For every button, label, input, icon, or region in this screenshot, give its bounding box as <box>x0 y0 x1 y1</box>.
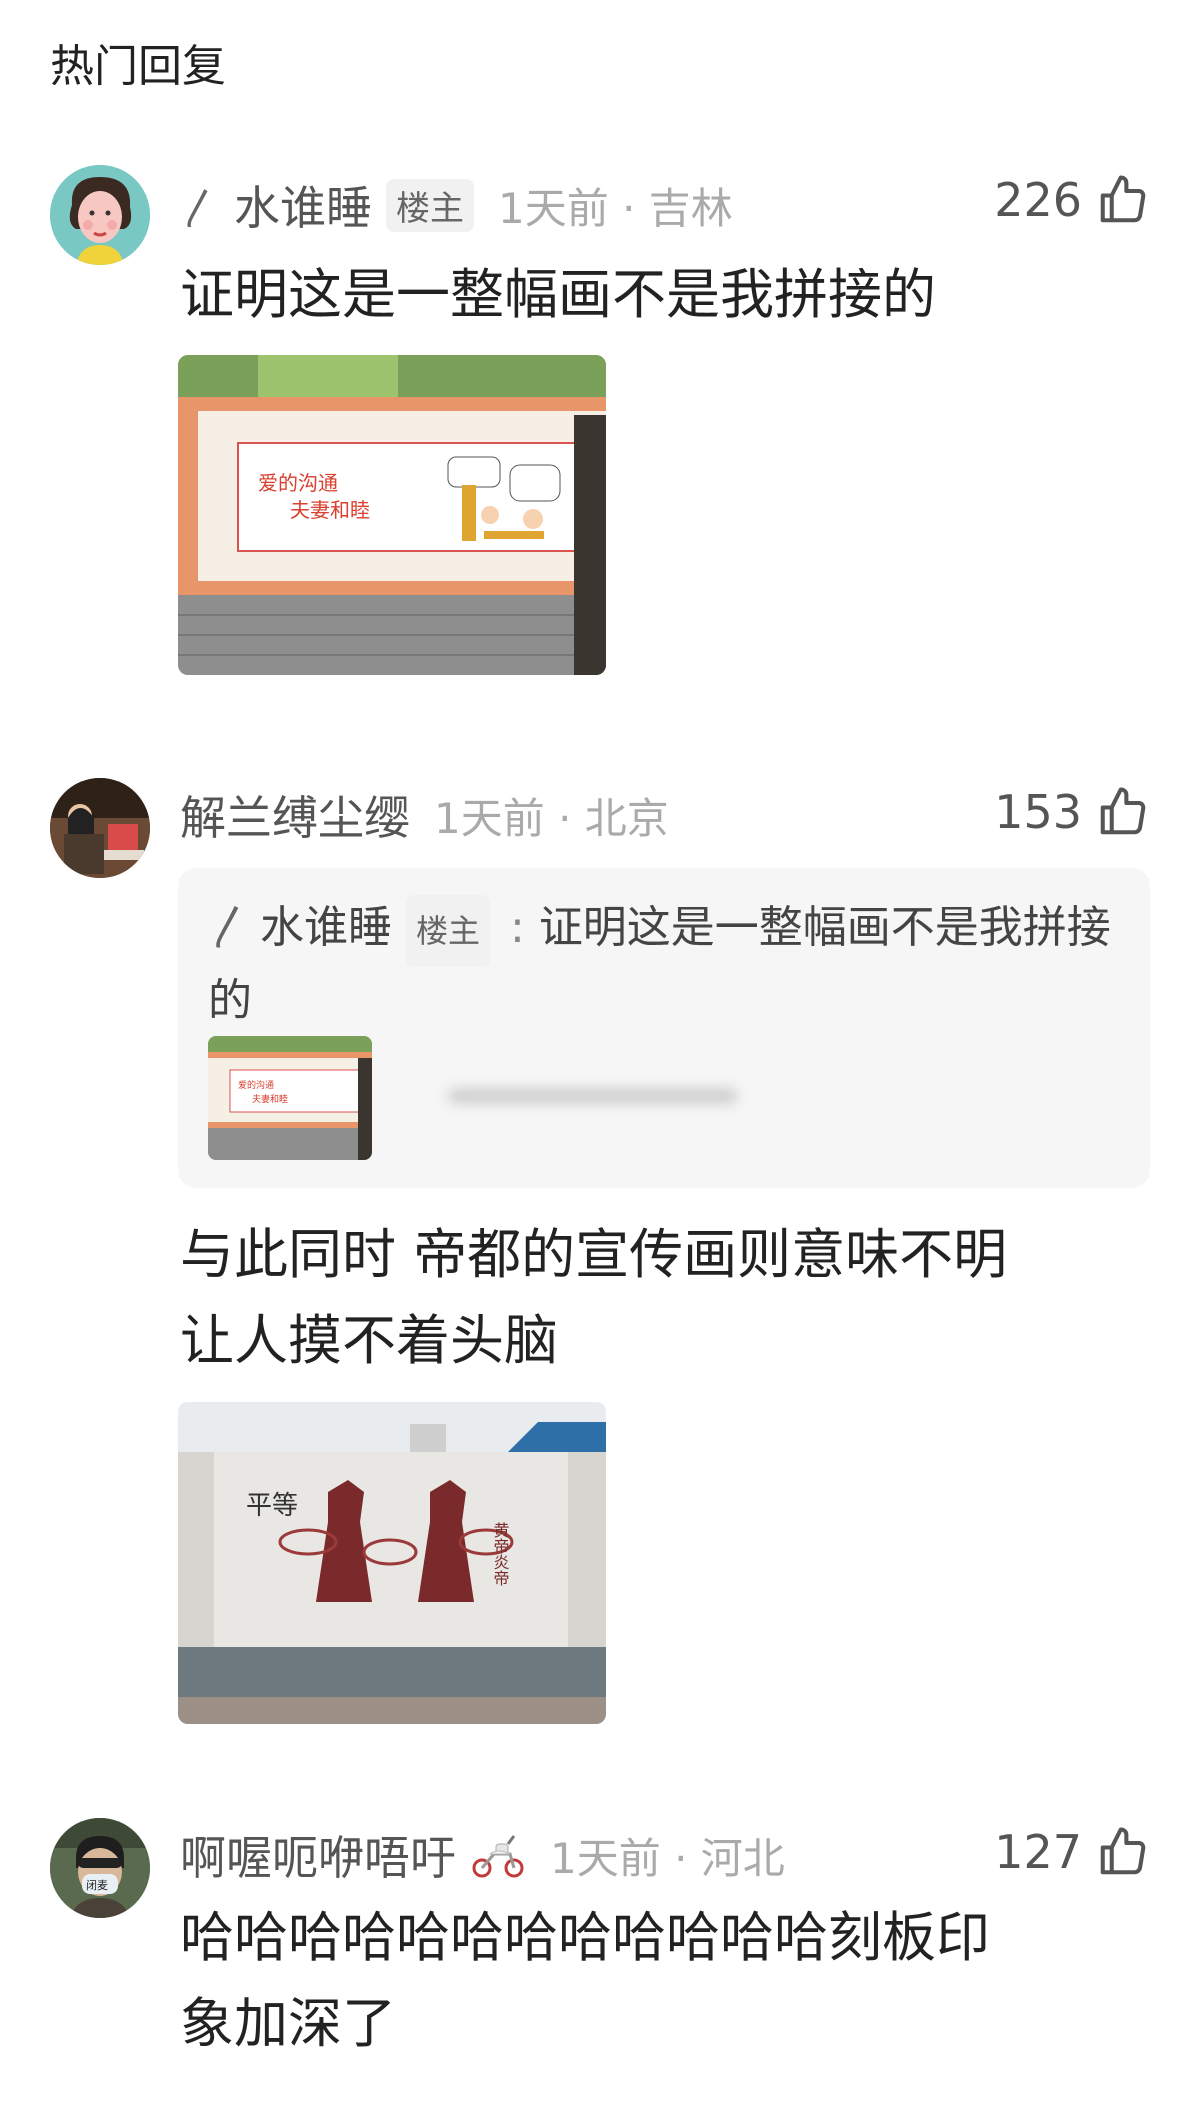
comment-text-line-2: 让人摸不着头脑 <box>180 1309 558 1372</box>
comment-meta: 啊喔呃咿唔吁 1天前 · 河北 <box>180 1825 785 1885</box>
quoted-comment[interactable]: 〳水谁睡 楼主 : 证明这是一整幅画不是我拼接的 爱的沟通 夫妻和睦 <box>178 868 1150 1188</box>
mural-title-2: 夫妻和睦 <box>290 498 370 522</box>
quote-image[interactable]: 爱的沟通 夫妻和睦 <box>208 1036 372 1160</box>
comment-text-line-1: 与此同时 帝都的宣传画则意味不明 <box>180 1223 1008 1286</box>
username[interactable]: 水谁睡 <box>234 172 372 238</box>
op-tag: 楼主 <box>386 178 474 232</box>
mural-title-1: 爱的沟通 <box>258 471 338 495</box>
timestamp: 1天前 · 吉林 <box>498 183 733 233</box>
comment-text: 与此同时 帝都的宣传画则意味不明 让人摸不着头脑 <box>180 1212 1140 1384</box>
like-count: 153 <box>994 785 1082 839</box>
section-title: 热门回复 <box>50 41 226 92</box>
op-tag: 楼主 <box>406 895 491 967</box>
quote-text-block: 〳水谁睡 楼主 : 证明这是一整幅画不是我拼接的 <box>208 894 1128 1035</box>
wave-icon: 〳 <box>180 186 220 232</box>
like-count: 226 <box>994 173 1082 227</box>
avatar[interactable] <box>50 778 150 878</box>
mural-title-2: 夫妻和睦 <box>252 1093 288 1105</box>
comment-text-line-1: 哈哈哈哈哈哈哈哈哈哈哈哈刻板印 <box>180 1906 990 1969</box>
blurred-content <box>448 1088 738 1104</box>
quote-username[interactable]: 水谁睡 <box>260 902 392 953</box>
comment-text: 证明这是一整幅画不是我拼接的 <box>180 263 936 326</box>
comment-image[interactable]: 平等 黄帝炎帝 <box>178 1402 606 1724</box>
comment-text-line-2: 象加深了 <box>180 1992 396 2055</box>
username[interactable]: 解兰缚尘缨 <box>180 782 410 848</box>
like-button[interactable]: 153 <box>994 782 1150 842</box>
username[interactable]: 啊喔呃咿唔吁 <box>180 1822 456 1888</box>
avatar[interactable] <box>50 165 150 265</box>
thumbs-up-icon <box>1100 787 1146 835</box>
comment-meta: 解兰缚尘缨 1天前 · 北京 <box>180 785 669 845</box>
mural-title-1: 爱的沟通 <box>238 1079 274 1091</box>
like-count: 127 <box>994 1825 1082 1879</box>
thumbs-up-icon <box>1100 175 1146 223</box>
mural-left-text-1: 平等 <box>246 1491 298 1521</box>
comment-text: 哈哈哈哈哈哈哈哈哈哈哈哈刻板印 象加深了 <box>180 1895 1140 2067</box>
avatar[interactable]: 闭麦 <box>50 1818 150 1918</box>
wave-icon: 〳 <box>208 902 252 953</box>
mask-text: 闭麦 <box>86 1879 108 1892</box>
comment-meta: 〳 水谁睡 楼主 1天前 · 吉林 <box>180 175 733 235</box>
timestamp: 1天前 · 北京 <box>434 793 669 843</box>
timestamp: 1天前 · 河北 <box>550 1833 785 1883</box>
scooter-icon <box>472 1835 524 1878</box>
like-button[interactable]: 127 <box>994 1822 1150 1882</box>
mural-right-text: 黄帝炎帝 <box>491 1522 510 1586</box>
comment-image[interactable]: 爱的沟通 夫妻和睦 <box>178 355 606 675</box>
thumbs-up-icon <box>1100 1827 1146 1875</box>
like-button[interactable]: 226 <box>994 170 1150 230</box>
